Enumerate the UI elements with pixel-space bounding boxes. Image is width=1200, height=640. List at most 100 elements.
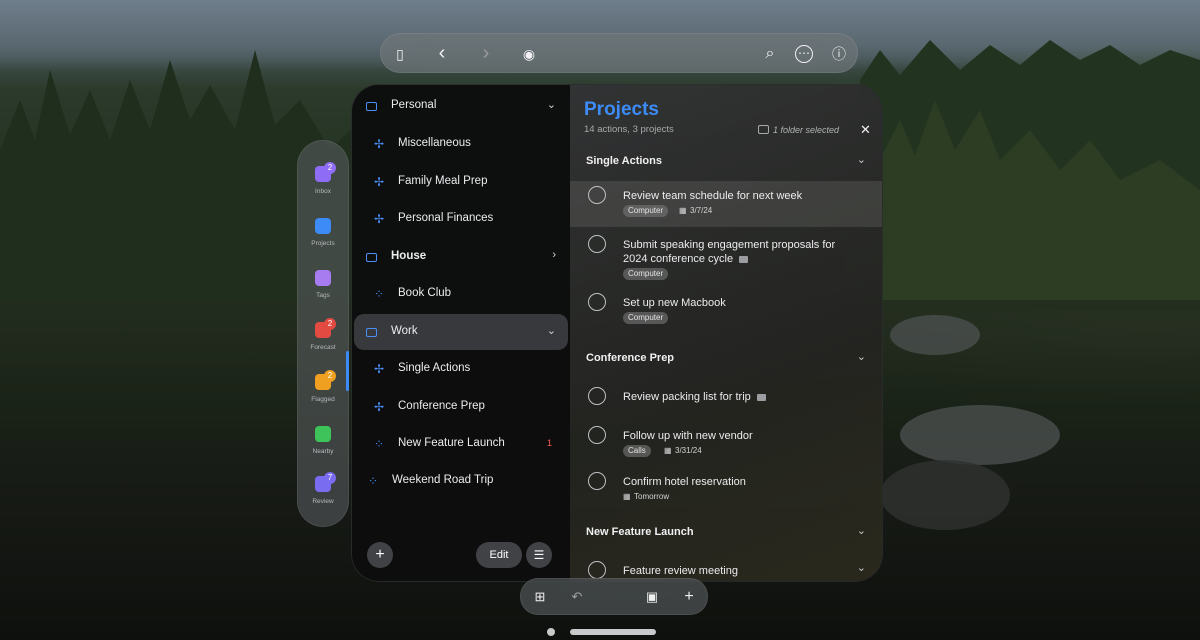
sidebar-item-label: Single Actions (398, 362, 471, 374)
task-title-line: Set up new Macbook (623, 296, 853, 310)
close-selection-button[interactable]: ✕ (860, 122, 871, 138)
search-icon[interactable]: ⌕ (761, 45, 779, 63)
calendar-icon: ▦ (664, 446, 672, 455)
task-title-line: Review team schedule for next week (623, 189, 853, 203)
tab-label: Forecast (310, 344, 336, 351)
sidebar-toggle-icon[interactable]: ▯ (391, 45, 409, 63)
tab-review[interactable]: 7 Review (297, 470, 349, 516)
context-tag[interactable]: Computer (623, 312, 669, 324)
edit-button[interactable]: Edit (476, 542, 522, 568)
sidebar-item-conference-prep[interactable]: ✢ Conference Prep (354, 389, 568, 425)
sidebar-item-label: Conference Prep (398, 400, 485, 412)
tags-icon (315, 270, 331, 286)
forward-icon[interactable]: › (477, 43, 495, 63)
task-title: Confirm hotel reservation (623, 476, 746, 488)
undo-icon[interactable]: ↶ (569, 589, 585, 605)
sidebar-item-personal[interactable]: Personal ⌄ (354, 88, 568, 124)
back-icon[interactable]: ‹ (433, 43, 451, 63)
sidebar-item-label: Work (391, 325, 418, 337)
sidebar-item-single-actions[interactable]: ✢ Single Actions (354, 351, 568, 387)
task-date: 3/31/24 (675, 446, 702, 455)
tab-badge: 2 (324, 318, 336, 330)
task-row[interactable]: Set up new Macbook Computer (570, 288, 882, 334)
calendar-icon: ▦ (623, 492, 631, 501)
sidebar-item-book-club[interactable]: ⁘ Book Club (354, 276, 568, 312)
task-row[interactable]: Confirm hotel reservation ▦ Tomorrow (570, 467, 882, 509)
sidebar-item-label: Book Club (398, 287, 452, 299)
section-header[interactable]: New Feature Launch ⌄ (570, 517, 882, 547)
sidebar-item-miscellaneous[interactable]: ✢ Miscellaneous (354, 126, 568, 162)
sidebar-item-work[interactable]: Work ⌄ (354, 314, 568, 350)
section-header[interactable]: Conference Prep ⌄ (570, 343, 882, 373)
eye-icon[interactable]: ◉ (520, 45, 538, 63)
chevron-down-icon[interactable]: ⌄ (857, 153, 866, 166)
sidebar-item-personal-finances[interactable]: ✢ Personal Finances (354, 201, 568, 237)
tab-inbox[interactable]: 2 Inbox (297, 160, 349, 206)
task-checkbox[interactable] (588, 235, 606, 253)
tab-forecast[interactable]: 2 Forecast (297, 316, 349, 362)
section-title: Single Actions (586, 155, 662, 167)
tab-badge: 2 (324, 370, 336, 382)
project-icon: ⁘ (368, 474, 379, 488)
nearby-icon (315, 426, 331, 442)
chevron-down-icon[interactable]: ⌄ (857, 350, 866, 363)
add-button[interactable]: + (367, 542, 393, 568)
task-checkbox[interactable] (588, 472, 606, 490)
task-checkbox[interactable] (588, 426, 606, 444)
tab-label: Nearby (312, 448, 334, 455)
folder-icon (366, 328, 377, 337)
sidebar-item-label: House (391, 250, 427, 262)
folder-icon (366, 253, 377, 262)
project-icon: ⁘ (374, 287, 385, 301)
section-title: Conference Prep (586, 352, 675, 364)
context-tag[interactable]: Calls (623, 445, 651, 457)
bottom-ornament: ⊞ ↶ ▣ + (520, 578, 708, 615)
task-checkbox[interactable] (588, 387, 606, 405)
chevron-down-icon[interactable]: ⌄ (857, 561, 866, 574)
more-icon[interactable]: ⋯ (795, 45, 813, 63)
section-header[interactable]: Single Actions ⌄ (570, 146, 882, 176)
task-checkbox[interactable] (588, 186, 606, 204)
sidebar-item-label: Personal Finances (398, 212, 494, 224)
task-row[interactable]: Review packing list for trip (570, 382, 882, 410)
sidebar-item-family-meal-prep[interactable]: ✢ Family Meal Prep (354, 164, 568, 200)
projects-icon (315, 218, 331, 234)
chevron-down-icon[interactable]: ⌄ (857, 524, 866, 537)
task-row[interactable]: Follow up with new vendor Calls ▦ 3/31/24 (570, 421, 882, 463)
task-title-line: Feature review meeting (623, 564, 853, 578)
sidebar-item-new-feature-launch[interactable]: ⁘ New Feature Launch 1 (354, 426, 568, 462)
task-row[interactable]: Review team schedule for next week Comput… (570, 181, 882, 227)
add-icon[interactable]: + (681, 589, 697, 605)
window-dot[interactable] (547, 628, 555, 636)
chevron-down-icon[interactable]: ⌄ (547, 324, 556, 337)
task-title: Set up new Macbook (623, 297, 726, 309)
tab-label: Tags (316, 292, 330, 299)
task-checkbox[interactable] (588, 293, 606, 311)
inbox-tray-icon[interactable]: ▣ (644, 589, 660, 605)
tab-projects[interactable]: Projects (297, 212, 349, 258)
sidebar-item-label: Miscellaneous (398, 137, 471, 149)
task-title: Follow up with new vendor (623, 430, 753, 442)
tab-nearby[interactable]: Nearby (297, 420, 349, 466)
sidebar-item-label: Family Meal Prep (398, 175, 488, 187)
window-grabber[interactable] (570, 629, 656, 635)
list-options-button[interactable]: ☰ (526, 542, 552, 568)
single-actions-project-icon: ✢ (374, 400, 385, 414)
quick-entry-icon[interactable]: ⊞ (532, 589, 548, 605)
rock (900, 405, 1060, 465)
task-row[interactable]: Submit speaking engagement proposals for… (570, 230, 882, 282)
tab-tags[interactable]: Tags (297, 264, 349, 310)
chevron-down-icon[interactable]: ⌄ (547, 98, 556, 111)
context-tag[interactable]: Computer (623, 205, 669, 217)
tab-label: Flagged (311, 396, 335, 403)
info-icon[interactable]: ⓘ (830, 45, 848, 63)
sidebar-item-weekend-road-trip[interactable]: ⁘ Weekend Road Trip (354, 463, 568, 499)
context-tag[interactable]: Computer (623, 268, 669, 280)
tab-flagged[interactable]: 2 Flagged (297, 368, 349, 414)
top-toolbar: ▯ ‹ › ◉ ⌕ ⋯ ⓘ (380, 33, 858, 73)
sidebar-item-house[interactable]: House › (354, 239, 568, 275)
chevron-right-icon[interactable]: › (552, 249, 556, 261)
main-window: Personal ⌄ ✢ Miscellaneous ✢ Family Meal Prep… (351, 84, 883, 582)
task-title-line: Review packing list for trip (623, 390, 853, 404)
task-checkbox[interactable] (588, 561, 606, 579)
